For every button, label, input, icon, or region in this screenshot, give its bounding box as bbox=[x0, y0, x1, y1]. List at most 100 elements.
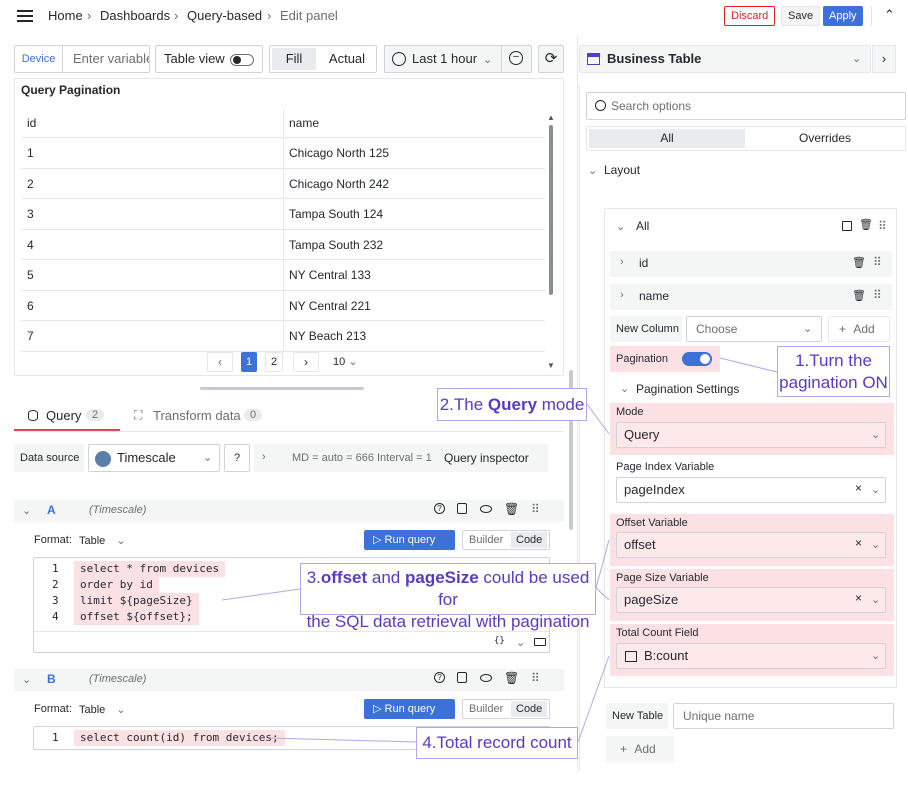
column-header-name[interactable]: name bbox=[289, 116, 319, 130]
table-scrollbar[interactable] bbox=[549, 125, 553, 295]
pagination-switch[interactable] bbox=[682, 352, 712, 366]
clear-icon[interactable]: × bbox=[855, 591, 862, 605]
fill-option[interactable]: Fill bbox=[272, 48, 316, 70]
next-page-button[interactable]: › bbox=[293, 352, 319, 372]
code-option[interactable]: Code bbox=[511, 532, 548, 548]
page-size-select[interactable]: pageSize × ⌄ bbox=[616, 587, 886, 613]
page-index-select[interactable]: pageIndex × ⌄ bbox=[616, 477, 886, 503]
add-column-button[interactable]: + Add bbox=[828, 316, 890, 342]
chevron-down-icon[interactable]: ⌄ bbox=[22, 504, 31, 517]
variable-input[interactable]: Enter variable bbox=[73, 46, 149, 72]
add-table-button[interactable]: + Add bbox=[606, 736, 674, 762]
viz-picker[interactable]: Business Table ⌄ bbox=[579, 45, 871, 73]
builder-option[interactable]: Builder bbox=[469, 534, 503, 546]
search-options-input[interactable]: Search options bbox=[586, 92, 906, 120]
chevron-down-icon[interactable]: ⌄ bbox=[516, 636, 525, 649]
run-query-button[interactable]: ▷ Run query bbox=[364, 530, 455, 550]
help-icon[interactable]: ? bbox=[224, 444, 250, 472]
column-item-id[interactable]: › id 🗑 ⠿ bbox=[610, 251, 892, 277]
eye-icon[interactable] bbox=[480, 505, 492, 513]
tab-overrides[interactable]: Overrides bbox=[747, 129, 903, 148]
drag-handle-icon[interactable]: ⠿ bbox=[873, 255, 882, 269]
trash-icon[interactable]: 🗑 bbox=[852, 289, 866, 302]
drag-handle-icon[interactable]: ⠿ bbox=[531, 671, 540, 685]
trash-icon[interactable]: 🗑 bbox=[852, 256, 866, 269]
save-button[interactable]: Save bbox=[781, 6, 821, 26]
eye-icon[interactable] bbox=[480, 674, 492, 682]
apply-button[interactable]: Apply bbox=[823, 6, 863, 26]
clear-icon[interactable]: × bbox=[855, 481, 862, 495]
query-inspector-button[interactable]: Query inspector bbox=[432, 444, 548, 472]
offset-value: offset bbox=[624, 537, 656, 552]
table-row: 1 Chicago North 125 bbox=[21, 138, 545, 169]
drag-handle-icon[interactable]: ⠿ bbox=[873, 288, 882, 302]
total-count-label: Total Count Field bbox=[616, 627, 699, 639]
tab-transform[interactable]: ⛶ Transform data 0 bbox=[132, 400, 272, 431]
datasource-picker[interactable]: Timescale ⌄ bbox=[88, 444, 220, 472]
column-header-id[interactable]: id bbox=[27, 116, 36, 130]
table-view-switch[interactable] bbox=[230, 54, 254, 66]
page-size-select[interactable]: 10 ⌄ bbox=[333, 355, 358, 368]
collapse-chevron-up-icon[interactable]: ⌃ bbox=[884, 7, 895, 23]
duplicate-icon[interactable] bbox=[457, 503, 467, 514]
actual-option[interactable]: Actual bbox=[322, 48, 372, 70]
new-column-select[interactable]: Choose ⌄ bbox=[686, 316, 822, 342]
column-item-label: id bbox=[639, 256, 649, 270]
help-icon[interactable]: ? bbox=[434, 672, 445, 683]
keyboard-icon[interactable] bbox=[534, 638, 546, 646]
format-code-icon[interactable]: {} bbox=[494, 636, 505, 646]
chevron-down-icon: ⌄ bbox=[116, 535, 126, 547]
help-icon[interactable]: ? bbox=[434, 503, 445, 514]
discard-button[interactable]: Discard bbox=[724, 6, 776, 26]
page-2-button[interactable]: 2 bbox=[265, 352, 283, 372]
breadcrumb-dashboards[interactable]: Dashboards bbox=[100, 8, 170, 23]
layout-section-title[interactable]: Layout bbox=[604, 163, 640, 177]
drag-handle-icon[interactable]: ⠿ bbox=[531, 502, 540, 516]
editor-mode-toggle[interactable]: Builder Code bbox=[462, 699, 550, 719]
breadcrumb-dashboard[interactable]: Query-based bbox=[187, 8, 262, 23]
total-count-select[interactable]: B:count ⌄ bbox=[616, 643, 886, 669]
format-select[interactable]: Table ⌄ bbox=[79, 703, 126, 716]
chevron-down-icon[interactable]: ⌄ bbox=[616, 220, 625, 233]
edit-icon[interactable] bbox=[842, 221, 852, 231]
page-1-button[interactable]: 1 bbox=[241, 352, 257, 372]
trash-icon[interactable]: 🗑 bbox=[504, 671, 519, 685]
builder-option[interactable]: Builder bbox=[469, 703, 503, 715]
table-view-toggle[interactable]: Table view bbox=[155, 45, 263, 73]
column-item-name[interactable]: › name 🗑 ⠿ bbox=[610, 284, 892, 310]
editor-mode-toggle[interactable]: Builder Code bbox=[462, 530, 550, 550]
pagination-settings-title[interactable]: Pagination Settings bbox=[636, 382, 739, 396]
mode-select[interactable]: Query ⌄ bbox=[616, 422, 886, 448]
hamburger-menu-icon[interactable] bbox=[17, 10, 33, 22]
chevron-down-icon[interactable]: ⌄ bbox=[588, 164, 597, 177]
query-ref-b[interactable]: B bbox=[47, 672, 56, 686]
scroll-down-icon[interactable]: ▼ bbox=[547, 361, 555, 370]
drag-handle-icon[interactable]: ⠿ bbox=[878, 219, 887, 233]
variable-picker[interactable]: Device Enter variable bbox=[14, 45, 150, 73]
trash-icon[interactable]: 🗑 bbox=[504, 502, 519, 516]
query-ref-a[interactable]: A bbox=[47, 503, 56, 517]
duplicate-icon[interactable] bbox=[457, 672, 467, 683]
fill-actual-toggle[interactable]: Fill Actual bbox=[269, 45, 377, 73]
format-select[interactable]: Table ⌄ bbox=[79, 534, 126, 547]
scroll-up-icon[interactable]: ▲ bbox=[547, 113, 555, 122]
trash-icon[interactable]: 🗑 bbox=[859, 218, 873, 231]
tab-query[interactable]: Query 2 bbox=[14, 400, 120, 431]
collapse-options-button[interactable]: › bbox=[872, 45, 896, 73]
new-table-input[interactable]: Unique name bbox=[673, 703, 894, 729]
time-range-picker[interactable]: Last 1 hour ⌄ − bbox=[384, 45, 532, 73]
chevron-down-icon[interactable]: ⌄ bbox=[620, 382, 629, 395]
query-options[interactable]: › MD = auto = 666 Interval = 1m bbox=[254, 444, 432, 472]
offset-select[interactable]: offset × ⌄ bbox=[616, 532, 886, 558]
prev-page-button[interactable]: ‹ bbox=[207, 352, 233, 372]
page-size-field: Page Size Variable pageSize × ⌄ bbox=[610, 569, 894, 621]
chevron-down-icon[interactable]: ⌄ bbox=[22, 673, 31, 686]
breadcrumb-home[interactable]: Home bbox=[48, 8, 83, 23]
tab-all[interactable]: All bbox=[589, 129, 745, 148]
pane-splitter[interactable] bbox=[200, 387, 364, 390]
refresh-button[interactable]: ⟳ bbox=[538, 45, 564, 73]
clear-icon[interactable]: × bbox=[855, 536, 862, 550]
code-option[interactable]: Code bbox=[511, 701, 548, 717]
zoom-out-icon[interactable]: − bbox=[509, 51, 523, 65]
run-query-button[interactable]: ▷ Run query bbox=[364, 699, 455, 719]
